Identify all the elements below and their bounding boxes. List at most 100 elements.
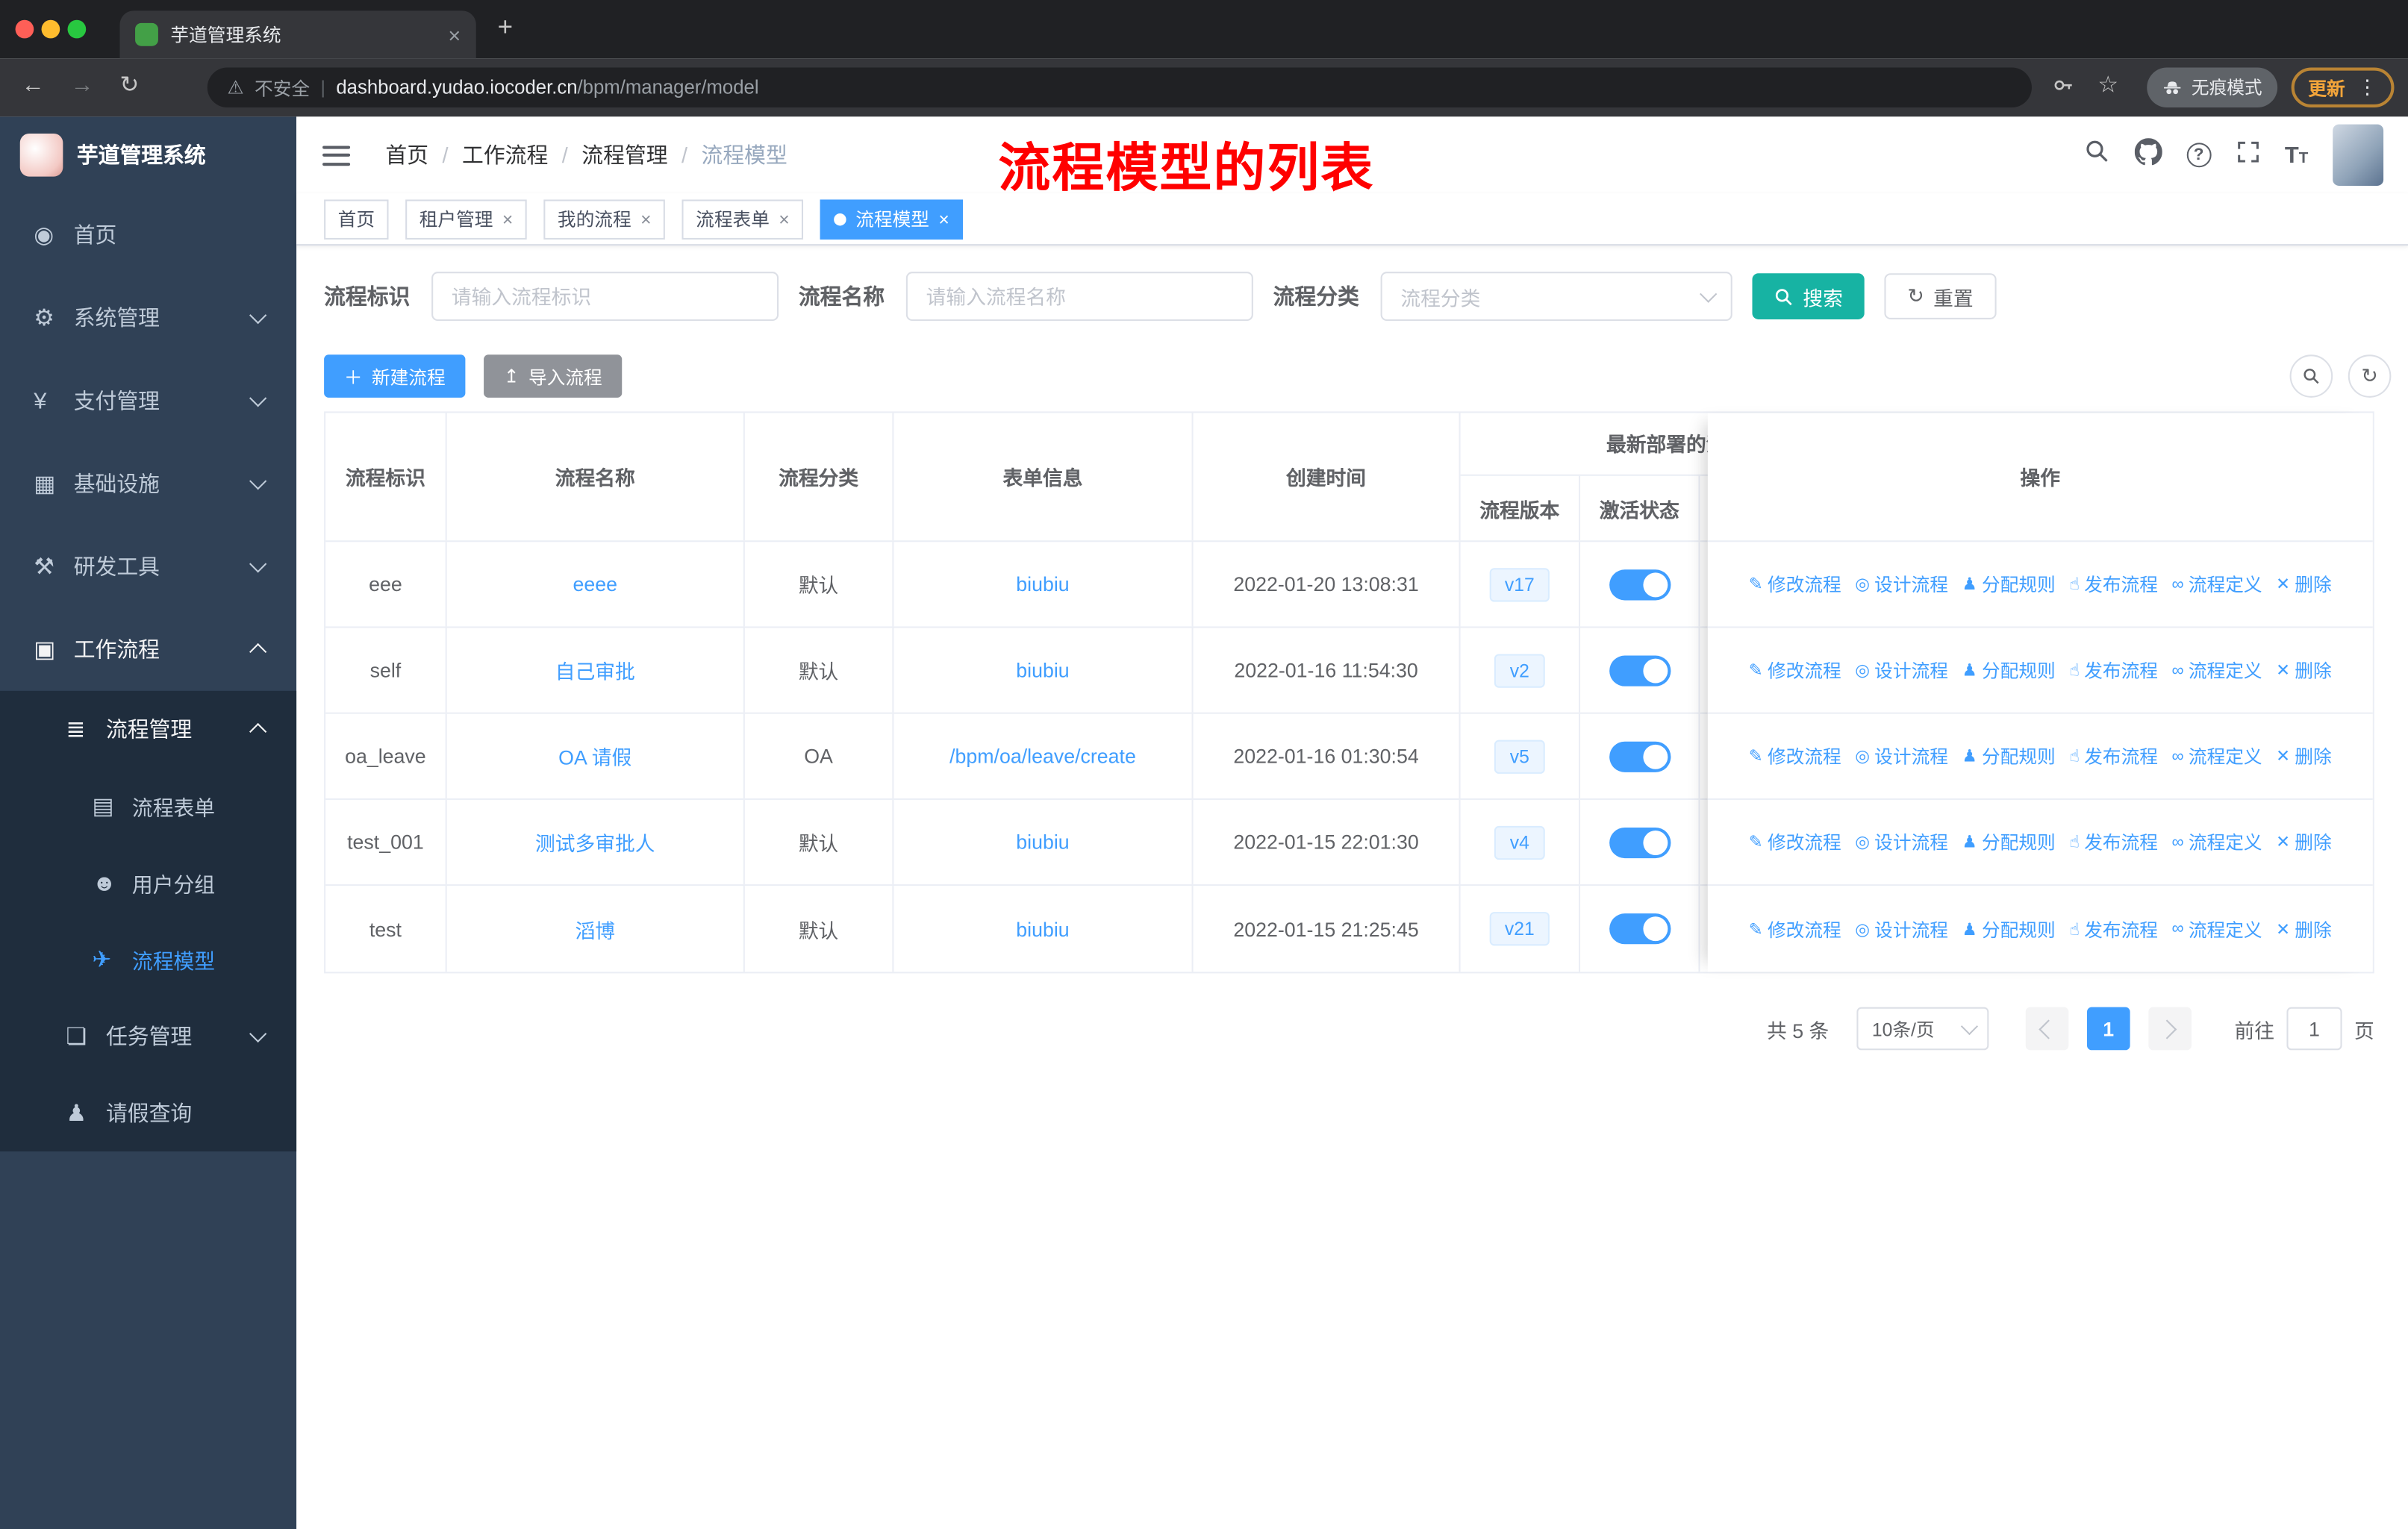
- op-assign-link[interactable]: ♟ 分配规则: [1962, 743, 2055, 769]
- op-delete-link[interactable]: ✕ 删除: [2276, 743, 2332, 769]
- close-icon[interactable]: ×: [640, 208, 651, 230]
- back-button[interactable]: ←: [22, 72, 45, 100]
- sidebar-item-system[interactable]: ⚙ 系统管理: [0, 276, 296, 359]
- sidebar-item-infra[interactable]: ▦ 基础设施: [0, 443, 296, 525]
- op-publish-link[interactable]: ☝ 发布流程: [2069, 829, 2158, 855]
- sidebar-item-home[interactable]: ◉ 首页: [0, 193, 296, 276]
- collapse-sidebar-button[interactable]: [322, 145, 351, 166]
- form-info-link[interactable]: /bpm/oa/leave/create: [949, 745, 1136, 768]
- forward-button[interactable]: →: [71, 72, 94, 100]
- process-name-link[interactable]: 测试多审批人: [535, 828, 655, 857]
- sidebar-item-payment[interactable]: ¥ 支付管理: [0, 359, 296, 442]
- op-edit-link[interactable]: ✎ 修改流程: [1749, 657, 1841, 684]
- refresh-table-button[interactable]: ↻: [2348, 354, 2392, 398]
- sidebar-item-devtools[interactable]: ⚒ 研发工具: [0, 525, 296, 608]
- close-icon[interactable]: ×: [938, 208, 949, 230]
- breadcrumb-home[interactable]: 首页: [385, 140, 428, 170]
- op-publish-link[interactable]: ☝ 发布流程: [2069, 743, 2158, 769]
- sidebar-item-workflow[interactable]: ▣ 工作流程: [0, 608, 296, 691]
- close-icon[interactable]: ×: [779, 208, 789, 230]
- form-info-link[interactable]: biubiu: [1016, 572, 1069, 595]
- breadcrumb-workflow[interactable]: 工作流程: [462, 140, 548, 170]
- op-design-link[interactable]: ◎ 设计流程: [1855, 829, 1948, 855]
- op-delete-link[interactable]: ✕ 删除: [2276, 829, 2332, 855]
- page-number-1[interactable]: 1: [2086, 1007, 2130, 1051]
- op-assign-link[interactable]: ♟ 分配规则: [1962, 657, 2055, 684]
- process-name-link[interactable]: 滔博: [575, 914, 615, 943]
- prev-page-button[interactable]: [2025, 1007, 2069, 1051]
- fullscreen-icon[interactable]: [2236, 139, 2260, 171]
- form-info-link[interactable]: biubiu: [1016, 659, 1069, 682]
- close-window-button[interactable]: [15, 19, 34, 39]
- op-delete-link[interactable]: ✕ 删除: [2276, 571, 2332, 597]
- key-icon[interactable]: [2052, 74, 2075, 104]
- zoom-window-button[interactable]: [67, 19, 87, 39]
- active-toggle[interactable]: [1609, 913, 1671, 945]
- tag-my-process[interactable]: 我的流程 ×: [543, 198, 666, 239]
- import-process-button[interactable]: ↥ 导入流程: [484, 354, 623, 398]
- process-key-input[interactable]: [431, 272, 779, 321]
- new-tab-button[interactable]: +: [498, 12, 513, 43]
- op-definition-link[interactable]: ∞ 流程定义: [2172, 916, 2262, 942]
- op-assign-link[interactable]: ♟ 分配规则: [1962, 829, 2055, 855]
- op-definition-link[interactable]: ∞ 流程定义: [2172, 829, 2262, 855]
- active-toggle[interactable]: [1609, 569, 1671, 600]
- op-design-link[interactable]: ◎ 设计流程: [1855, 657, 1948, 684]
- op-edit-link[interactable]: ✎ 修改流程: [1749, 743, 1841, 769]
- op-definition-link[interactable]: ∞ 流程定义: [2172, 743, 2262, 769]
- op-publish-link[interactable]: ☝ 发布流程: [2069, 571, 2158, 597]
- user-avatar[interactable]: [2333, 124, 2384, 186]
- category-select[interactable]: 流程分类: [1380, 272, 1732, 321]
- goto-page-input[interactable]: [2286, 1007, 2342, 1051]
- menu-kebab-icon[interactable]: ⋮: [2357, 75, 2377, 100]
- sidebar-item-process-model[interactable]: ✈ 流程模型: [0, 921, 296, 998]
- search-icon[interactable]: [2083, 138, 2109, 172]
- op-definition-link[interactable]: ∞ 流程定义: [2172, 657, 2262, 684]
- breadcrumb-process-mgmt[interactable]: 流程管理: [581, 140, 667, 170]
- op-design-link[interactable]: ◎ 设计流程: [1855, 743, 1948, 769]
- bookmark-star-icon[interactable]: ☆: [2097, 71, 2118, 99]
- process-name-link[interactable]: eeee: [573, 572, 617, 595]
- process-name-link[interactable]: 自己审批: [555, 656, 635, 685]
- reset-button[interactable]: ↻ 重置: [1884, 273, 1997, 319]
- sidebar-item-process-form[interactable]: ▤ 流程表单: [0, 768, 296, 845]
- form-info-link[interactable]: biubiu: [1016, 917, 1069, 940]
- op-edit-link[interactable]: ✎ 修改流程: [1749, 916, 1841, 942]
- form-info-link[interactable]: biubiu: [1016, 831, 1069, 854]
- op-edit-link[interactable]: ✎ 修改流程: [1749, 829, 1841, 855]
- op-design-link[interactable]: ◎ 设计流程: [1855, 571, 1948, 597]
- op-publish-link[interactable]: ☝ 发布流程: [2069, 657, 2158, 684]
- op-edit-link[interactable]: ✎ 修改流程: [1749, 571, 1841, 597]
- sidebar-item-task-mgmt[interactable]: ❏ 任务管理: [0, 998, 296, 1075]
- process-name-link[interactable]: OA 请假: [558, 742, 631, 771]
- op-delete-link[interactable]: ✕ 删除: [2276, 916, 2332, 942]
- close-icon[interactable]: ×: [502, 208, 513, 230]
- create-process-button[interactable]: ＋新建流程: [324, 354, 466, 398]
- op-assign-link[interactable]: ♟ 分配规则: [1962, 916, 2055, 942]
- tag-home[interactable]: 首页: [324, 198, 389, 239]
- update-button[interactable]: 更新 ⋮: [2291, 67, 2395, 108]
- reload-button[interactable]: ↻: [119, 72, 139, 100]
- address-bar[interactable]: ⚠ 不安全 | dashboard.yudao.iocoder.cn/bpm/m…: [207, 67, 2032, 108]
- active-toggle[interactable]: [1609, 654, 1671, 686]
- app-logo[interactable]: 芋道管理系统: [0, 116, 296, 193]
- op-delete-link[interactable]: ✕ 删除: [2276, 657, 2332, 684]
- tab-close-icon[interactable]: ×: [448, 22, 461, 47]
- search-button[interactable]: 搜索: [1752, 273, 1865, 319]
- process-name-input[interactable]: [905, 272, 1253, 321]
- op-assign-link[interactable]: ♟ 分配规则: [1962, 571, 2055, 597]
- op-publish-link[interactable]: ☝ 发布流程: [2069, 916, 2158, 942]
- help-icon[interactable]: ?: [2186, 143, 2212, 168]
- active-toggle[interactable]: [1609, 740, 1671, 772]
- op-design-link[interactable]: ◎ 设计流程: [1855, 916, 1948, 942]
- tag-process-model[interactable]: 流程模型 ×: [820, 198, 964, 239]
- sidebar-item-user-group[interactable]: ☻ 用户分组: [0, 845, 296, 922]
- toggle-search-button[interactable]: [2289, 354, 2333, 398]
- tag-process-form[interactable]: 流程表单 ×: [681, 198, 804, 239]
- sidebar-item-process-mgmt[interactable]: ≣ 流程管理: [0, 691, 296, 768]
- minimize-window-button[interactable]: [41, 19, 60, 39]
- sidebar-item-leave-query[interactable]: ♟ 请假查询: [0, 1075, 296, 1151]
- github-icon[interactable]: [2134, 137, 2162, 172]
- tag-tenant-mgmt[interactable]: 租户管理 ×: [405, 198, 527, 239]
- font-size-icon[interactable]: TT: [2285, 143, 2308, 166]
